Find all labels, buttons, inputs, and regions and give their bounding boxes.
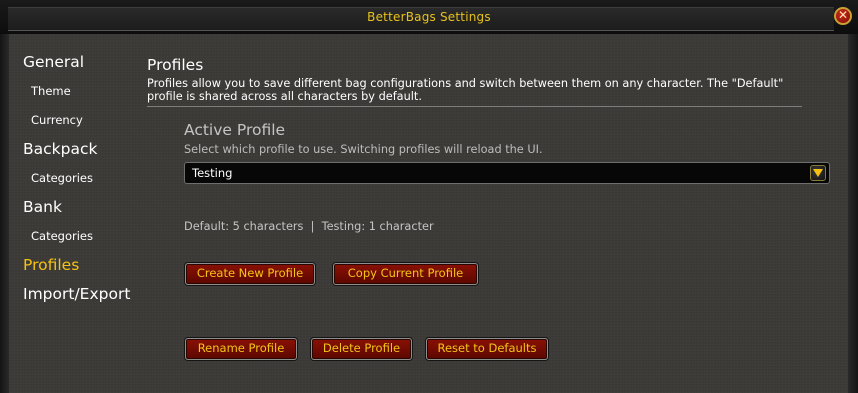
page-description: Profiles allow you to save different bag… (147, 77, 784, 103)
title-bar[interactable]: BetterBags Settings ✕ (0, 0, 858, 34)
chevron-down-icon (813, 169, 823, 177)
divider (147, 106, 802, 107)
window-title: BetterBags Settings (367, 10, 491, 24)
main-content: Profiles Profiles allow you to save diff… (139, 34, 839, 393)
frame-right-border (848, 34, 858, 393)
sidebar-item-backpack[interactable]: Backpack (23, 140, 97, 158)
sidebar-item-profiles[interactable]: Profiles (23, 256, 79, 274)
reset-to-defaults-button[interactable]: Reset to Defaults (426, 338, 548, 360)
copy-current-profile-button[interactable]: Copy Current Profile (333, 263, 478, 285)
profile-status-text: Default: 5 characters | Testing: 1 chara… (184, 220, 434, 233)
frame-left-border (0, 34, 9, 393)
settings-window: BetterBags Settings ✕ General Theme Curr… (0, 0, 858, 393)
sidebar-nav: General Theme Currency Backpack Categori… (9, 34, 139, 393)
sidebar-item-bank-categories[interactable]: Categories (31, 229, 93, 243)
sidebar-item-bank[interactable]: Bank (23, 198, 62, 216)
page-title: Profiles (147, 56, 204, 74)
active-profile-heading: Active Profile (184, 121, 286, 139)
delete-profile-button[interactable]: Delete Profile (311, 338, 412, 360)
profile-dropdown[interactable]: Testing (184, 162, 830, 184)
sidebar-item-backpack-categories[interactable]: Categories (31, 171, 93, 185)
create-new-profile-button[interactable]: Create New Profile (185, 263, 315, 285)
sidebar-item-import-export[interactable]: Import/Export (23, 285, 130, 303)
dropdown-arrow-button[interactable] (810, 165, 826, 181)
close-button[interactable]: ✕ (834, 7, 852, 25)
close-icon: ✕ (837, 8, 849, 22)
sidebar-item-theme[interactable]: Theme (31, 84, 71, 98)
active-profile-hint: Select which profile to use. Switching p… (184, 143, 543, 156)
sidebar-item-general[interactable]: General (23, 53, 84, 71)
rename-profile-button[interactable]: Rename Profile (185, 338, 297, 360)
profile-dropdown-value: Testing (192, 166, 233, 180)
sidebar-item-currency[interactable]: Currency (31, 113, 83, 127)
